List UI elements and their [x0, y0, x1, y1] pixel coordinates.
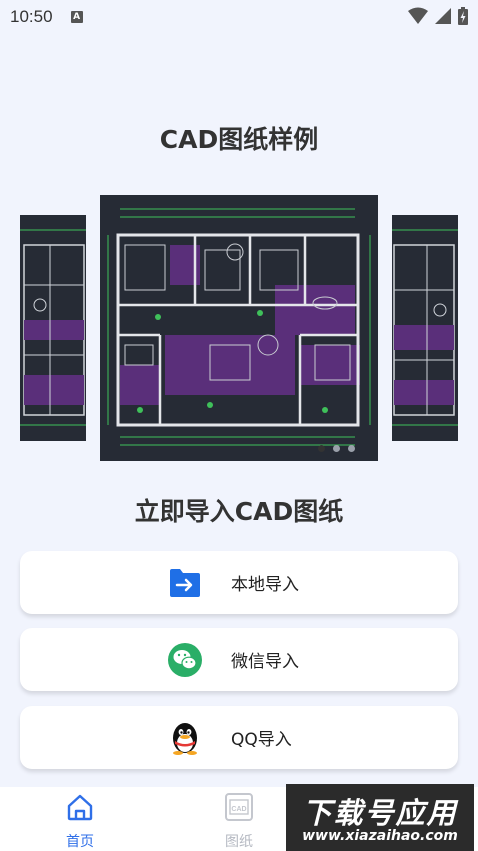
qq-import-button[interactable]: QQ导入 [20, 706, 458, 769]
status-bar: 10:50 A [0, 0, 478, 34]
carousel-slide-current[interactable] [100, 195, 378, 461]
watermark-url: www.xiazaihao.com [302, 828, 458, 844]
wechat-import-label: 微信导入 [231, 652, 299, 672]
local-import-label: 本地导入 [231, 575, 299, 595]
battery-icon [458, 7, 468, 25]
sample-carousel[interactable] [0, 195, 478, 461]
home-icon [64, 791, 96, 822]
qq-import-label: QQ导入 [231, 730, 292, 750]
wifi-icon [408, 7, 428, 24]
wechat-icon [167, 642, 203, 678]
site-watermark: 下载号应用 www.xiazaihao.com [286, 784, 474, 851]
carousel-dot-3[interactable] [348, 445, 355, 452]
samples-title: CAD图纸样例 [159, 125, 319, 154]
carousel-slide-previous[interactable] [20, 215, 86, 441]
svg-text:CAD: CAD [231, 806, 246, 813]
watermark-text: 下载号应用 [302, 796, 458, 830]
nav-label-home: 首页 [66, 834, 94, 850]
nav-item-home[interactable]: 首页 [40, 787, 120, 851]
carousel-indicator [318, 445, 355, 452]
status-time: 10:50 [10, 7, 53, 26]
import-title: 立即导入CAD图纸 [134, 497, 344, 526]
carousel-slide-next[interactable] [392, 215, 458, 441]
qq-penguin-icon [167, 720, 203, 756]
status-icons [408, 7, 468, 25]
carousel-dot-2[interactable] [333, 445, 340, 452]
nav-item-drawings[interactable]: CAD 图纸 [199, 787, 279, 851]
notification-icon: A [70, 11, 83, 23]
local-import-button[interactable]: 本地导入 [20, 551, 458, 614]
wechat-import-button[interactable]: 微信导入 [20, 628, 458, 691]
signal-icon [435, 8, 451, 24]
folder-arrow-icon [167, 565, 203, 601]
nav-label-drawings: 图纸 [225, 834, 253, 850]
cad-drawing-icon: CAD [223, 791, 255, 822]
carousel-dot-1[interactable] [318, 445, 325, 452]
